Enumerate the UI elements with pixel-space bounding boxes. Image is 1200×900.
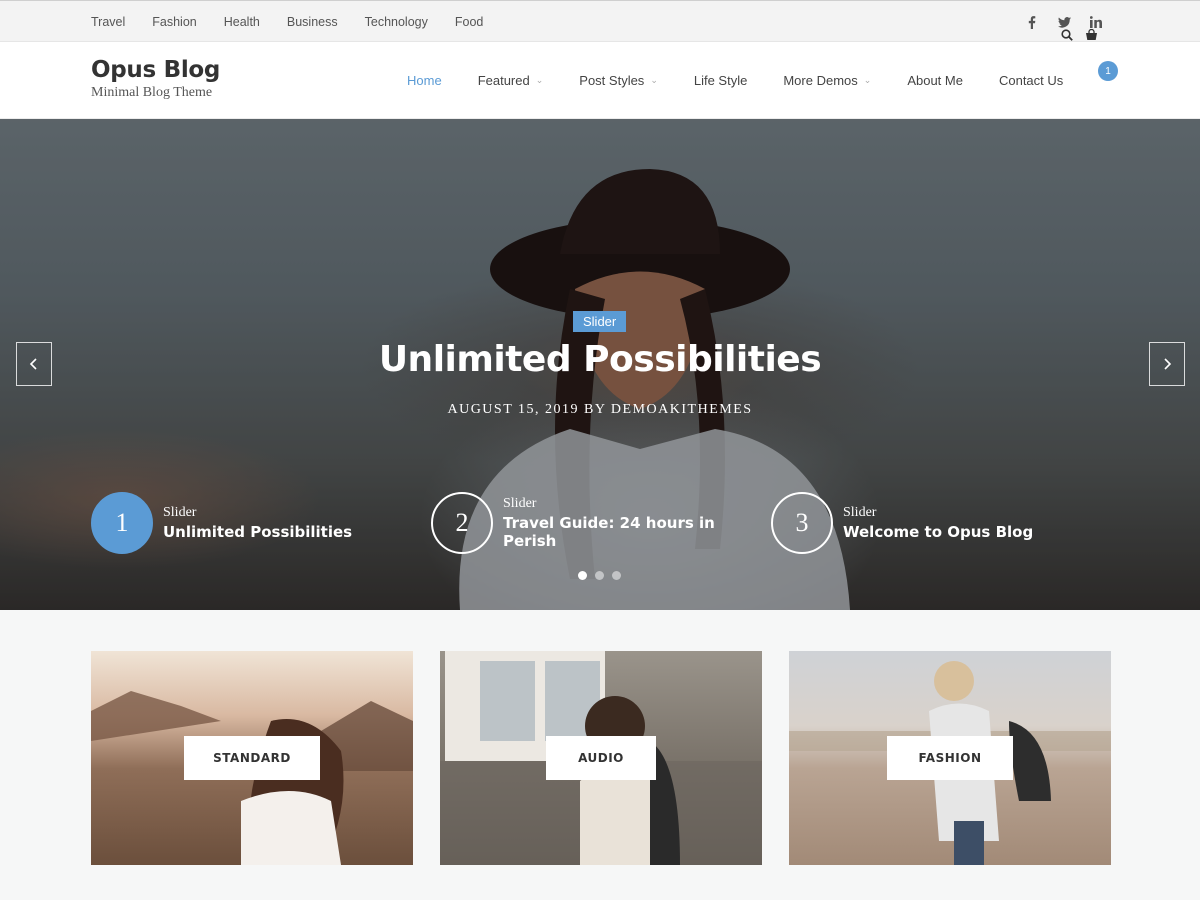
slide-category: Slider xyxy=(843,505,877,520)
nav-label: About Me xyxy=(907,73,963,88)
site-title[interactable]: Opus Blog xyxy=(91,57,220,83)
top-link-technology[interactable]: Technology xyxy=(365,15,428,29)
chevron-down-icon: ⌄ xyxy=(650,75,658,85)
slide-title[interactable]: Unlimited Possibilities xyxy=(163,523,352,541)
slider-prev-button[interactable] xyxy=(16,342,52,386)
slide-category: Slider xyxy=(503,496,537,511)
nav-item-contact-us[interactable]: Contact Us xyxy=(999,73,1063,88)
site-header: Opus Blog Minimal Blog Theme Home Featur… xyxy=(0,42,1200,119)
slide-title[interactable]: Welcome to Opus Blog xyxy=(843,523,1033,541)
category-card-fashion[interactable]: FASHION xyxy=(789,651,1111,865)
top-link-fashion[interactable]: Fashion xyxy=(152,15,196,29)
facebook-icon[interactable] xyxy=(1025,15,1039,29)
slide-thumb-1[interactable]: 1 Slider Unlimited Possibilities xyxy=(91,492,431,554)
nav-item-post-styles[interactable]: Post Styles ⌄ xyxy=(579,73,658,88)
hero-title[interactable]: Unlimited Possibilities xyxy=(0,339,1200,380)
cart-count-badge: 1 xyxy=(1098,61,1118,81)
slider-dot-3[interactable] xyxy=(612,571,621,580)
nav-label: More Demos xyxy=(783,73,858,88)
nav-label: Home xyxy=(407,73,442,88)
slider-dot-2[interactable] xyxy=(595,571,604,580)
chevron-left-icon xyxy=(29,358,37,370)
nav-item-more-demos[interactable]: More Demos ⌄ xyxy=(783,73,871,88)
hero-slider: Slider Unlimited Possibilities AUGUST 15… xyxy=(0,119,1200,610)
twitter-icon[interactable] xyxy=(1057,15,1071,29)
linkedin-icon[interactable] xyxy=(1089,15,1103,29)
slide-number: 2 xyxy=(431,492,493,554)
slide-thumb-3[interactable]: 3 Slider Welcome to Opus Blog xyxy=(771,492,1111,554)
nav-label: Post Styles xyxy=(579,73,645,88)
nav-item-home[interactable]: Home xyxy=(407,73,442,88)
site-logo[interactable]: Opus Blog Minimal Blog Theme xyxy=(91,57,220,101)
category-card-audio[interactable]: AUDIO xyxy=(440,651,762,865)
header-actions xyxy=(1061,29,1098,41)
nav-item-life-style[interactable]: Life Style xyxy=(694,73,747,88)
nav-label: Life Style xyxy=(693,73,748,88)
slide-category: Slider xyxy=(163,505,197,520)
slider-thumbnails: 1 Slider Unlimited Possibilities 2 Slide… xyxy=(91,492,1111,554)
top-link-food[interactable]: Food xyxy=(455,15,484,29)
card-label[interactable]: STANDARD xyxy=(184,736,320,780)
nav-label: Featured xyxy=(477,73,530,88)
slide-title[interactable]: Travel Guide: 24 hours in Perish xyxy=(503,514,771,550)
search-icon[interactable] xyxy=(1061,29,1073,41)
chevron-right-icon xyxy=(1164,358,1172,370)
chevron-down-icon: ⌄ xyxy=(863,75,872,85)
top-category-nav: Travel Fashion Health Business Technolog… xyxy=(91,1,483,43)
hero-category-tag[interactable]: Slider xyxy=(573,311,627,332)
nav-item-about-me[interactable]: About Me xyxy=(907,73,963,88)
nav-label: Contact Us xyxy=(998,73,1064,88)
slide-number: 1 xyxy=(91,492,153,554)
hero-meta: AUGUST 15, 2019 BY DEMOAKITHEMES xyxy=(447,402,753,417)
nav-item-featured[interactable]: Featured ⌄ xyxy=(478,73,544,88)
card-label[interactable]: FASHION xyxy=(887,736,1013,780)
site-tagline: Minimal Blog Theme xyxy=(91,85,213,100)
slide-number: 3 xyxy=(771,492,833,554)
cart-icon[interactable] xyxy=(1085,29,1098,41)
chevron-down-icon: ⌄ xyxy=(535,75,544,85)
hero-content: Slider Unlimited Possibilities AUGUST 15… xyxy=(0,119,1200,610)
top-link-travel[interactable]: Travel xyxy=(91,15,125,29)
slider-pagination xyxy=(578,571,621,580)
top-link-business[interactable]: Business xyxy=(287,15,338,29)
slider-next-button[interactable] xyxy=(1149,342,1185,386)
slider-dot-1[interactable] xyxy=(578,571,587,580)
card-label[interactable]: AUDIO xyxy=(546,736,656,780)
category-card-standard[interactable]: STANDARD xyxy=(91,651,413,865)
slide-thumb-2[interactable]: 2 Slider Travel Guide: 24 hours in Peris… xyxy=(431,492,771,554)
top-link-health[interactable]: Health xyxy=(224,15,260,29)
top-bar: Travel Fashion Health Business Technolog… xyxy=(0,0,1200,42)
main-nav: Home Featured ⌄ Post Styles ⌄ Life Style M… xyxy=(407,42,1099,119)
category-cards: STANDARD AUDIO FASHION xyxy=(91,651,1111,865)
